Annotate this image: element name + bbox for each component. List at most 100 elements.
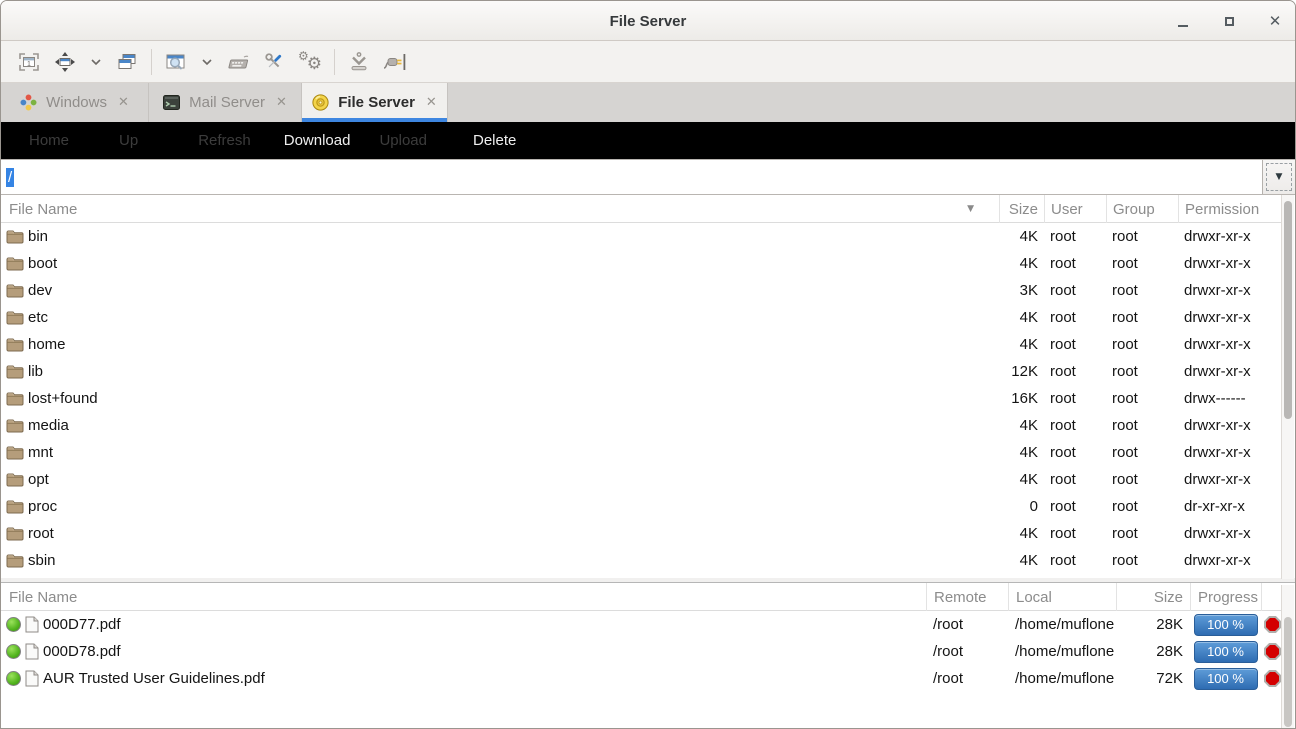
file-group: root [1106,493,1178,520]
stop-icon[interactable] [1264,616,1281,633]
remote-file-row[interactable]: etc 4K root root drwxr-xr-x [1,304,1284,331]
chevron-down-icon [90,58,102,66]
file-permission: drwxr-xr-x [1178,250,1284,277]
up-button[interactable]: Up [119,132,138,149]
column-header-remote[interactable]: Remote [926,583,1008,611]
delete-button[interactable]: Delete [473,132,516,149]
transfer-remote-path: /root [926,665,1008,692]
tab-close-icon[interactable]: ✕ [276,95,287,110]
transfer-row[interactable]: AUR Trusted User Guidelines.pdf /root /h… [1,665,1284,692]
disconnect-button[interactable] [377,45,413,79]
home-button[interactable]: Home [29,132,69,149]
column-header-size[interactable]: Size [1116,583,1190,611]
file-size: 12K [999,358,1044,385]
scrollbar-thumb[interactable] [1284,201,1292,419]
transfer-row[interactable]: 000D77.pdf /root /home/muflone 28K 100 % [1,611,1284,638]
transfer-row[interactable]: 000D78.pdf /root /home/muflone 28K 100 % [1,638,1284,665]
remote-file-row[interactable]: opt 4K root root drwxr-xr-x [1,466,1284,493]
file-name: mnt [28,444,53,461]
fullscreen-menu-button[interactable] [83,45,109,79]
folder-icon [6,337,24,352]
progress-bar: 100 % [1194,668,1258,690]
column-header-file-name[interactable]: File Name ▼ [1,195,999,223]
document-icon [25,616,39,633]
stop-icon[interactable] [1264,643,1281,660]
remote-file-row[interactable]: home 4K root root drwxr-xr-x [1,331,1284,358]
remote-file-row[interactable]: sbin 4K root root drwxr-xr-x [1,547,1284,574]
upload-button[interactable]: Upload [379,132,427,149]
transfer-size: 28K [1116,638,1190,665]
column-header-permission[interactable]: Permission [1178,195,1284,223]
tools-button[interactable] [256,45,292,79]
column-header-size[interactable]: Size [999,195,1044,223]
file-size: 4K [999,574,1044,578]
transfer-local-path: /home/muflone [1008,638,1116,665]
scaled-mode-button[interactable] [158,45,194,79]
disc-icon [312,94,329,111]
file-user: root [1044,304,1106,331]
file-permission: drwxr-xr-x [1178,574,1284,578]
file-user: root [1044,547,1106,574]
tab-label: File Server [338,94,415,111]
preferences-button[interactable]: ⚙⚙ [292,45,328,79]
remote-file-row[interactable]: bin 4K root root drwxr-xr-x [1,223,1284,250]
maximize-button[interactable] [1219,11,1239,31]
remote-file-row[interactable]: 4K root root drwxr-xr-x [1,574,1284,578]
resize-window-button[interactable]: 1 [11,45,47,79]
folder-icon [6,391,24,406]
file-user: root [1044,331,1106,358]
column-header-file-name[interactable]: File Name [1,583,926,611]
column-header-group[interactable]: Group [1106,195,1178,223]
file-group: root [1106,439,1178,466]
file-group: root [1106,466,1178,493]
transfers-scrollbar[interactable] [1281,585,1294,729]
screenshot-button[interactable] [341,45,377,79]
fullscreen-button[interactable] [47,45,83,79]
file-permission: drwxr-xr-x [1178,520,1284,547]
grab-keyboard-button[interactable] [220,45,256,79]
remote-file-row[interactable]: mnt 4K root root drwxr-xr-x [1,439,1284,466]
transfer-size: 72K [1116,665,1190,692]
folder-icon [6,418,24,433]
column-header-local[interactable]: Local [1008,583,1116,611]
scaled-menu-button[interactable] [194,45,220,79]
tab-close-icon[interactable]: ✕ [426,95,437,110]
remote-file-row[interactable]: proc 0 root root dr-xr-xr-x [1,493,1284,520]
minimize-button[interactable] [1173,11,1193,31]
multi-window-button[interactable] [109,45,145,79]
tab-file-server[interactable]: File Server ✕ [302,83,448,122]
remote-file-row[interactable]: lib 12K root root drwxr-xr-x [1,358,1284,385]
column-header-user[interactable]: User [1044,195,1106,223]
tab-mail-server[interactable]: Mail Server ✕ [149,83,302,122]
stop-icon[interactable] [1264,670,1281,687]
file-permission: drwxr-xr-x [1178,223,1284,250]
file-size: 4K [999,331,1044,358]
window-title: File Server [1,1,1295,41]
remote-file-row[interactable]: lost+found 16K root root drwx------ [1,385,1284,412]
path-bar: / ▼ [1,159,1295,195]
ftp-command-bar: Home Up Refresh Download Upload Delete [1,122,1295,159]
chevron-down-icon [201,58,213,66]
refresh-button[interactable]: Refresh [198,132,251,149]
column-header-progress[interactable]: Progress [1190,583,1261,611]
file-permission: drwxr-xr-x [1178,331,1284,358]
close-button[interactable]: ✕ [1265,11,1285,31]
tab-windows[interactable]: Windows ✕ [1,83,149,122]
tab-label: Windows [46,94,107,111]
download-button[interactable]: Download [284,132,351,149]
remote-file-row[interactable]: boot 4K root root drwxr-xr-x [1,250,1284,277]
path-dropdown-button[interactable]: ▼ [1262,160,1295,194]
remote-files-scrollbar[interactable] [1281,195,1294,579]
column-label: File Name [9,201,77,218]
path-input[interactable]: / [1,160,1262,194]
transfer-size: 28K [1116,611,1190,638]
tab-close-icon[interactable]: ✕ [118,95,129,110]
remote-file-row[interactable]: dev 3K root root drwxr-xr-x [1,277,1284,304]
svg-text:1: 1 [27,61,31,68]
file-size: 4K [999,466,1044,493]
remote-file-row[interactable]: root 4K root root drwxr-xr-x [1,520,1284,547]
remote-file-row[interactable]: media 4K root root drwxr-xr-x [1,412,1284,439]
titlebar[interactable]: File Server ✕ [1,1,1295,41]
chevron-down-icon: ▼ [1276,172,1283,182]
scrollbar-thumb[interactable] [1284,617,1292,727]
